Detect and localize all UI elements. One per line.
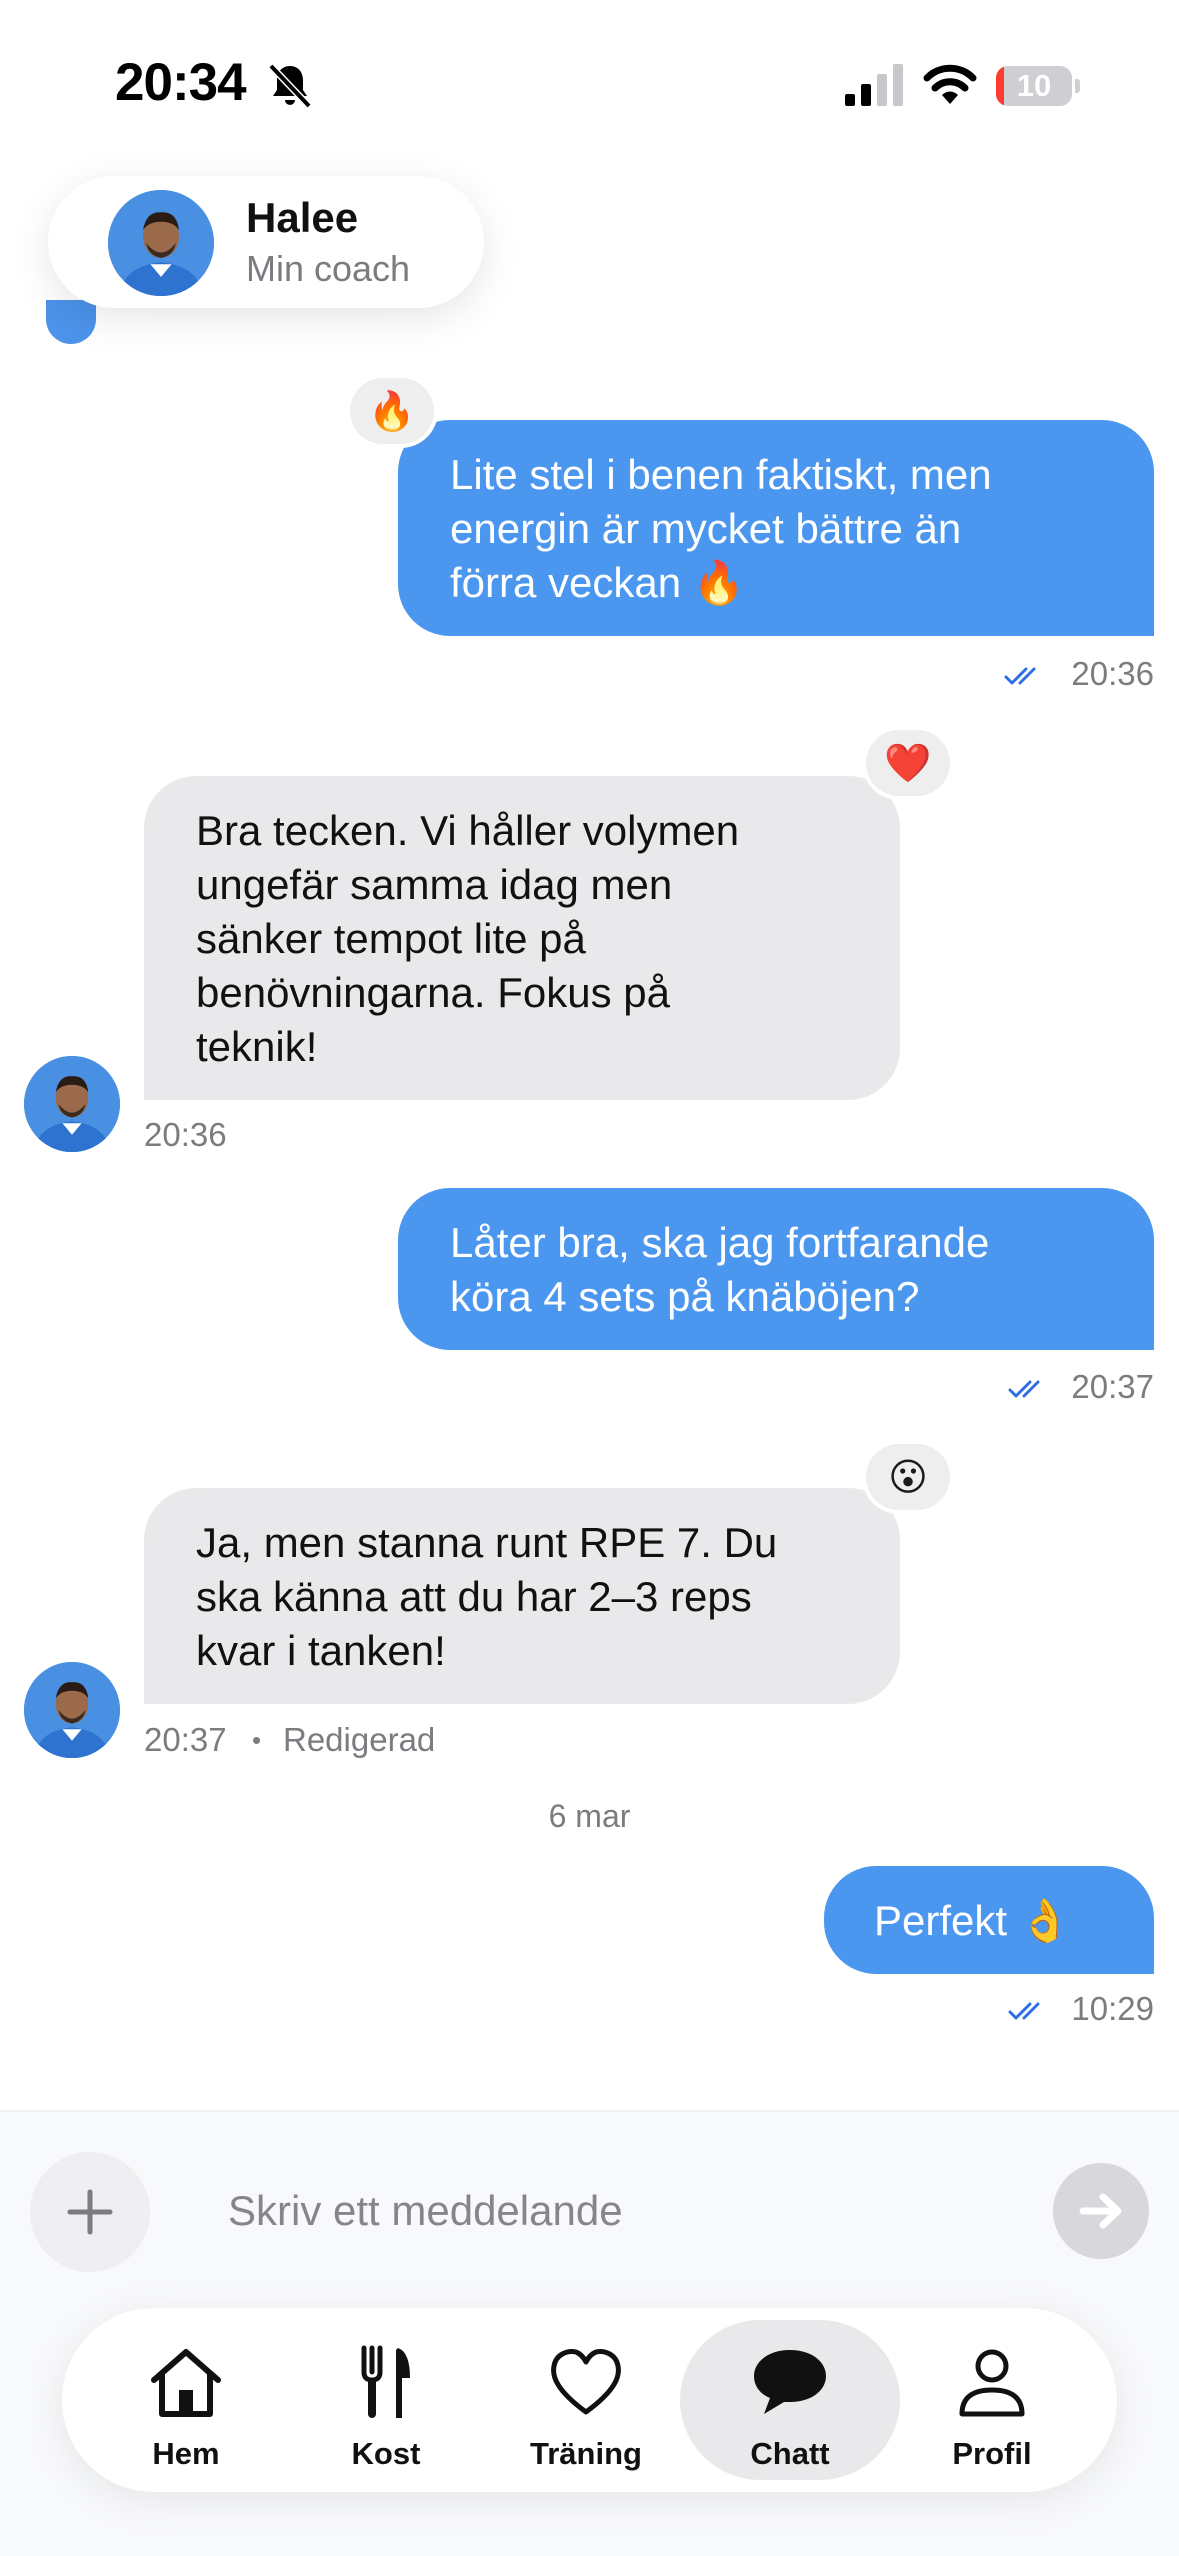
plus-icon (67, 2189, 113, 2235)
chat-bubble-icon (754, 2350, 826, 2414)
date-separator: 6 mar (548, 1798, 631, 1834)
battery-indicator: 10 (996, 66, 1080, 106)
message-text-line: köra 4 sets på knäböjen? (450, 1273, 920, 1320)
bell-off-icon (268, 63, 312, 109)
sent-message-bubble[interactable]: Lite stel i benen faktiskt, men energin ä… (398, 420, 1154, 636)
received-message-bubble[interactable]: Ja, men stanna runt RPE 7. Du ska känna a… (144, 1488, 900, 1704)
coach-role: Min coach (246, 248, 411, 289)
message-input[interactable] (190, 2166, 1010, 2256)
message-text-line: Bra tecken. Vi håller volymen (196, 807, 740, 854)
message-text-line: Låter bra, ska jag fortfarande (450, 1219, 990, 1266)
coach-avatar[interactable] (108, 190, 214, 296)
message-text-line: Perfekt 👌 (874, 1897, 1072, 1944)
message-reaction[interactable]: ❤️ (866, 730, 950, 796)
message-text-line: ska känna att du har 2–3 reps (196, 1573, 752, 1620)
tab-kost[interactable]: Kost (286, 2308, 486, 2492)
fork-knife-icon (361, 2345, 410, 2418)
house-icon (151, 2349, 221, 2417)
message-time: 20:37 (1071, 1368, 1154, 1405)
message-text-line: benövningarna. Fokus på (196, 969, 670, 1016)
wifi-icon (923, 64, 977, 104)
message-text-line: energin är mycket bättre än (450, 505, 962, 552)
status-time: 20:34 (115, 53, 247, 112)
coach-header[interactable]: Halee Min coach (48, 176, 484, 308)
signal-icon (845, 64, 903, 106)
arrow-right-icon (1079, 2193, 1122, 2229)
message-text-line: ungefär samma idag men (196, 861, 673, 908)
message-reaction[interactable]: 😮 (866, 1444, 950, 1510)
tab-profil[interactable]: Profil (892, 2308, 1092, 2492)
read-receipt-icon (1004, 667, 1036, 685)
send-button[interactable] (1053, 2163, 1149, 2259)
message-text-line: Ja, men stanna runt RPE 7. Du (196, 1519, 778, 1566)
tab-label: Kost (351, 2436, 421, 2471)
tab-traning[interactable]: Träning (486, 2308, 686, 2492)
tab-label: Chatt (750, 2436, 830, 2471)
read-receipt-icon (1008, 1380, 1040, 1398)
battery-level: 10 (1016, 68, 1052, 103)
heart-icon (551, 2349, 621, 2415)
message-time: 20:36 (144, 1116, 227, 1153)
message-text-line: sänker tempot lite på (196, 915, 586, 962)
message-text-line: förra veckan 🔥 (450, 559, 746, 606)
tab-label: Profil (952, 2436, 1032, 2471)
received-message-bubble[interactable]: Bra tecken. Vi håller volymen ungefär sam… (144, 776, 900, 1100)
message-time: 20:36 (1071, 655, 1154, 692)
tab-hem[interactable]: Hem (86, 2308, 286, 2492)
tab-chatt[interactable]: Chatt (680, 2320, 900, 2480)
person-icon (959, 2349, 1025, 2417)
tab-label: Hem (152, 2436, 220, 2471)
read-receipt-icon (1008, 2002, 1040, 2020)
tab-bar: Hem Kost Träning Chatt Profil (62, 2308, 1117, 2492)
edited-label: Redigerad (283, 1721, 436, 1758)
message-text-line: kvar i tanken! (196, 1627, 446, 1674)
coach-name: Halee (246, 194, 359, 241)
message-time: 10:29 (1071, 1990, 1154, 2027)
avatar-partial (46, 300, 96, 344)
meta-separator-dot: • (252, 1725, 262, 1755)
coach-message-avatar[interactable] (24, 1056, 120, 1152)
add-attachment-button[interactable] (30, 2152, 150, 2272)
message-text-line: teknik! (196, 1023, 318, 1070)
tab-label: Träning (530, 2436, 642, 2471)
sent-message-bubble[interactable]: Låter bra, ska jag fortfarande köra 4 set… (398, 1188, 1154, 1350)
message-reaction[interactable]: 🔥 (350, 378, 434, 444)
message-text-line: Lite stel i benen faktiskt, men (450, 451, 992, 498)
coach-message-avatar[interactable] (24, 1662, 120, 1758)
sent-message-bubble[interactable]: Perfekt 👌 (824, 1866, 1154, 1974)
message-time: 20:37 (144, 1721, 227, 1758)
